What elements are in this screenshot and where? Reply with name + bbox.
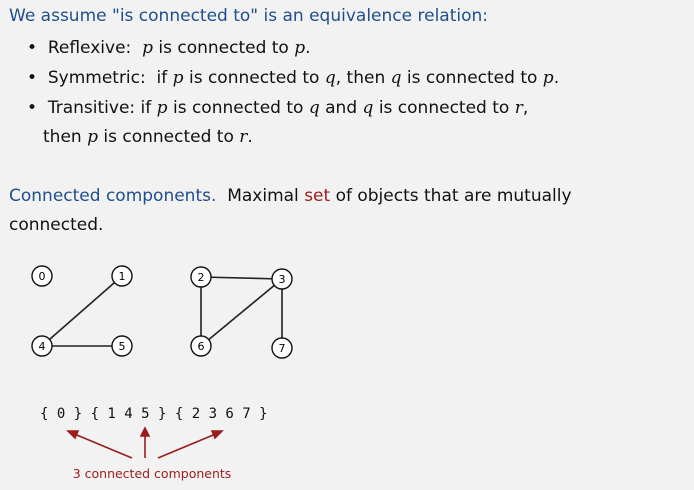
edge-2-3 [200,276,283,280]
edge-1-4 [41,275,123,347]
edge-3-6 [200,278,283,347]
node-6: 6 [190,335,212,357]
node-3: 3 [271,268,293,290]
svg-text:0: 0 [39,270,46,283]
annotation-arrows [66,426,224,459]
node-0: 0 [31,265,53,287]
svg-text:4: 4 [39,340,46,353]
svg-text:5: 5 [119,340,126,353]
node-4: 4 [31,335,53,357]
node-7: 7 [271,337,293,359]
node-1: 1 [111,265,133,287]
svg-text:3: 3 [279,273,286,286]
node-5: 5 [111,335,133,357]
svg-text:2: 2 [198,271,205,284]
graph-diagram: 0 1 2 3 4 5 6 7 { 0 } { 1 4 5 } { 2 3 6 7 } 3 c… [31,265,293,481]
svg-text:7: 7 [279,342,286,355]
annotation-label: 3 connected components [73,466,232,481]
svg-text:1: 1 [119,270,126,283]
svg-text:6: 6 [198,340,205,353]
component-sets: { 0 } { 1 4 5 } { 2 3 6 7 } [40,406,268,422]
node-2: 2 [190,266,212,288]
